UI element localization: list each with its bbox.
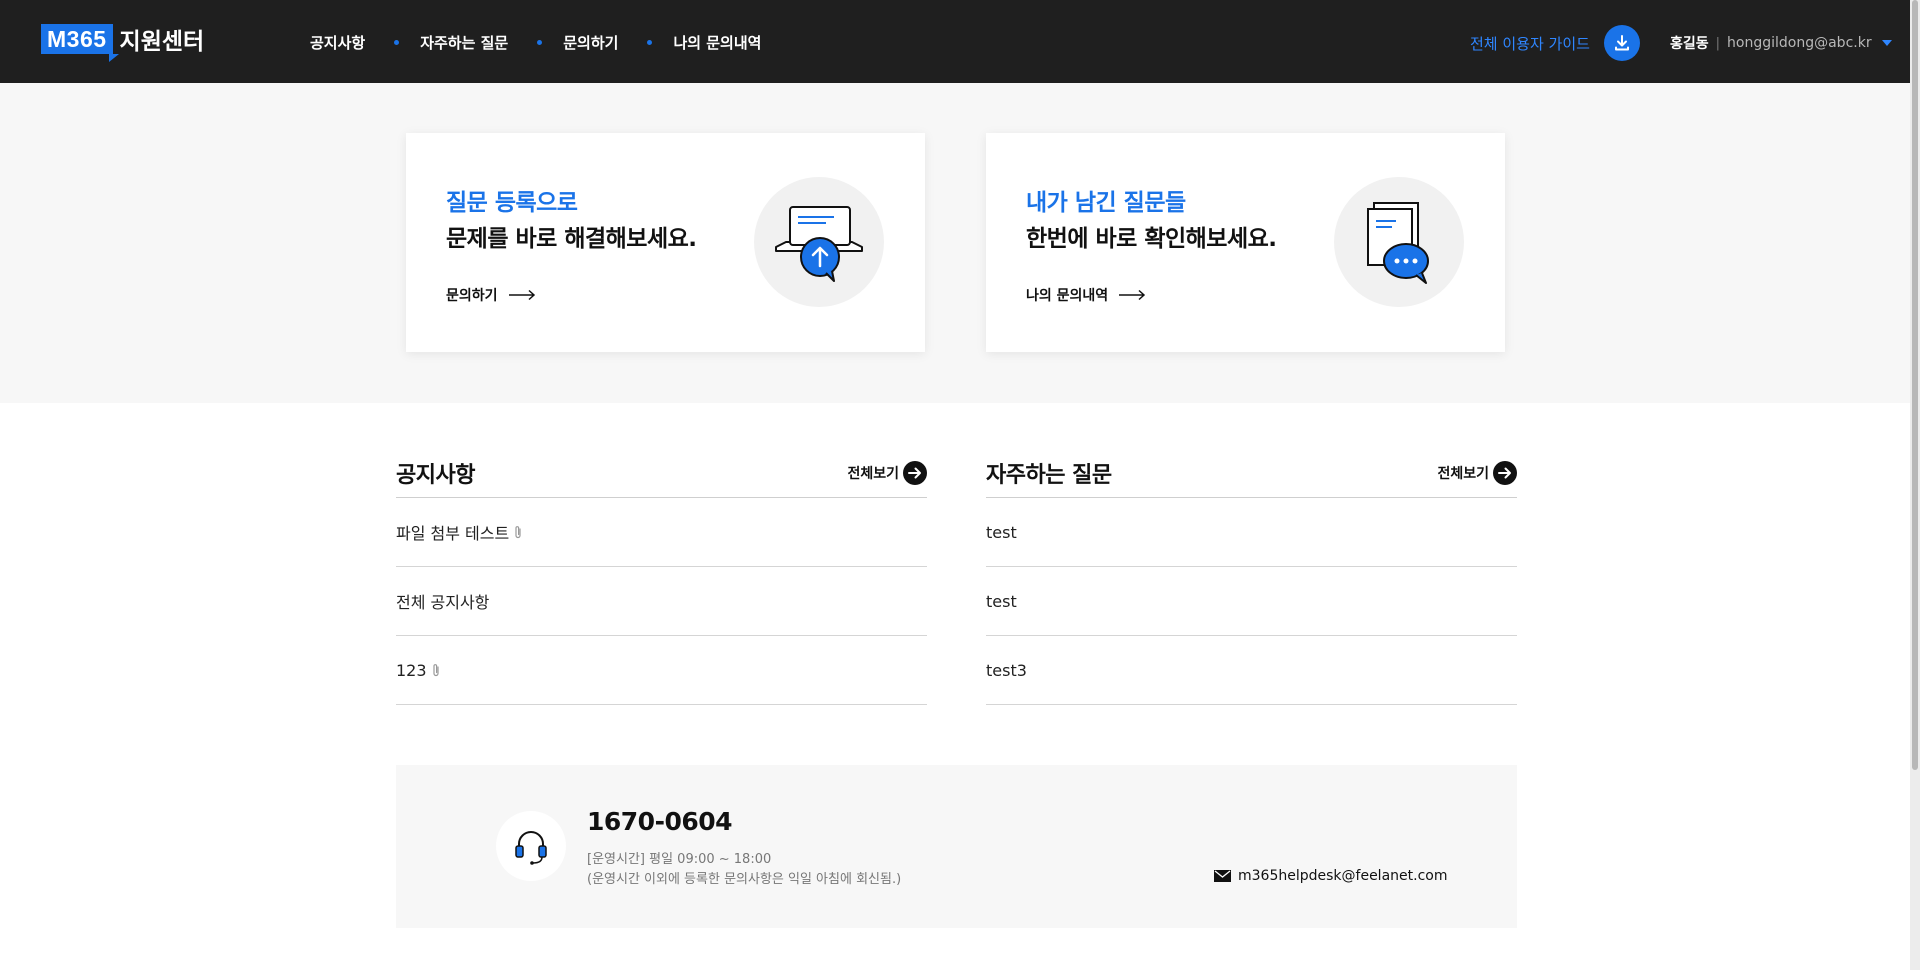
notices-title: 공지사항: [396, 462, 475, 488]
list-item[interactable]: test3: [986, 636, 1517, 705]
list-item[interactable]: test: [986, 498, 1517, 567]
list-item-text: 파일 첨부 테스트: [396, 524, 510, 543]
arrow-circle-icon: [1493, 460, 1517, 485]
paperclip-icon: [432, 663, 440, 677]
support-hours: [운영시간] 평일 09:00 ~ 18:00: [587, 852, 772, 867]
support-email-text[interactable]: m365helpdesk@feelanet.com: [1238, 868, 1447, 884]
paperclip-icon: [514, 525, 522, 539]
user-email: honggildong@abc.kr: [1727, 35, 1872, 51]
top-header: M365 지원센터 공지사항 자주하는 질문 문의하기 나의 문의내역 전체 이…: [0, 0, 1910, 83]
arrow-right-icon: [508, 289, 535, 301]
inquiry-card[interactable]: 질문 등록으로 문제를 바로 해결해보세요. 문의하기: [406, 133, 925, 352]
hero-section: 질문 등록으로 문제를 바로 해결해보세요. 문의하기 내가 남긴 질문들 한번…: [0, 83, 1910, 403]
list-item-text: test: [986, 522, 1017, 542]
logo-badge: M365: [41, 24, 119, 62]
mail-icon: [1214, 870, 1231, 882]
scrollbar-thumb[interactable]: [1912, 0, 1918, 770]
support-email[interactable]: m365helpdesk@feelanet.com: [1214, 868, 1447, 884]
arrow-circle-icon: [903, 460, 927, 485]
logo-badge-text: M365: [47, 26, 107, 52]
list-item[interactable]: 파일 첨부 테스트: [396, 498, 927, 567]
download-icon: [1614, 35, 1629, 51]
nav-faq[interactable]: 자주하는 질문: [420, 32, 508, 53]
headset-icon: [496, 811, 566, 881]
user-guide-label[interactable]: 전체 이용자 가이드: [1470, 33, 1590, 54]
view-all-label: 전체보기: [847, 465, 899, 482]
nav-dot-separator: [394, 40, 400, 45]
list-item[interactable]: test: [986, 567, 1517, 636]
view-all-label: 전체보기: [1437, 465, 1489, 482]
nav-dot-separator: [537, 40, 543, 45]
contact-section: 1670-0604 [운영시간] 평일 09:00 ~ 18:00 (운영시간 …: [396, 765, 1517, 928]
faq-board: 자주하는 질문 전체보기 test test test3: [986, 448, 1517, 705]
card-link-label: 문의하기: [446, 288, 498, 304]
list-item-text: test3: [986, 660, 1027, 680]
user-menu[interactable]: 홍길동 | honggildong@abc.kr: [1670, 33, 1892, 53]
caret-down-icon[interactable]: [1881, 40, 1892, 46]
nav-inquiry[interactable]: 문의하기: [563, 32, 618, 53]
board-header: 자주하는 질문 전체보기: [986, 448, 1517, 498]
list-item-text: 123: [396, 660, 427, 680]
faq-view-all[interactable]: 전체보기: [1437, 460, 1517, 485]
logo-badge-tail: [109, 54, 119, 62]
notices-board: 공지사항 전체보기 파일 첨부 테스트 전체 공지사항 123: [396, 448, 927, 705]
card-accent: 질문 등록으로: [446, 190, 578, 216]
nav-dot-separator: [647, 40, 653, 45]
my-inquiries-card[interactable]: 내가 남긴 질문들 한번에 바로 확인해보세요. 나의 문의내역: [986, 133, 1505, 352]
card-accent: 내가 남긴 질문들: [1026, 190, 1186, 216]
list-item[interactable]: 123: [396, 636, 927, 705]
inquiry-link[interactable]: 문의하기: [446, 285, 536, 305]
nav-my-inquiries[interactable]: 나의 문의내역: [673, 32, 761, 53]
documents-chat-icon: [1334, 177, 1464, 307]
download-button[interactable]: [1603, 25, 1640, 61]
nav-notices[interactable]: 공지사항: [310, 32, 365, 53]
logo-text: 지원센터: [119, 29, 205, 55]
user-separator: |: [1715, 35, 1721, 51]
notices-view-all[interactable]: 전체보기: [847, 460, 927, 485]
user-name: 홍길동: [1670, 36, 1709, 52]
arrow-right-icon: [1119, 289, 1146, 301]
card-title: 한번에 바로 확인해보세요.: [1026, 226, 1277, 252]
support-phone: 1670-0604: [587, 807, 733, 836]
support-hours-note: (운영시간 이외에 등록한 문의사항은 익일 아침에 회신됨.): [587, 872, 902, 887]
board-header: 공지사항 전체보기: [396, 448, 927, 498]
user-guide-download[interactable]: 전체 이용자 가이드: [1470, 25, 1640, 61]
faq-title: 자주하는 질문: [986, 462, 1112, 488]
logo[interactable]: M365 지원센터: [41, 22, 205, 62]
main-nav: 공지사항 자주하는 질문 문의하기 나의 문의내역: [310, 32, 761, 53]
list-item[interactable]: 전체 공지사항: [396, 567, 927, 636]
card-title: 문제를 바로 해결해보세요.: [446, 226, 697, 252]
list-item-text: test: [986, 591, 1017, 611]
list-item-text: 전체 공지사항: [396, 593, 490, 612]
my-inquiries-link[interactable]: 나의 문의내역: [1026, 285, 1146, 305]
upload-chat-icon: [754, 177, 884, 307]
card-link-label: 나의 문의내역: [1026, 288, 1109, 304]
